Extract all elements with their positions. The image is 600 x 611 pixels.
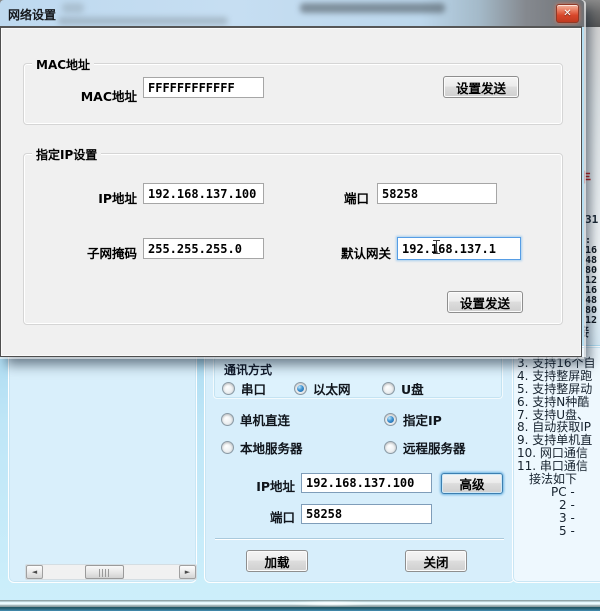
advanced-button[interactable]: 高级 (441, 473, 503, 494)
radio-serial[interactable]: 串口 (222, 380, 266, 396)
dialog-close-button[interactable]: ✕ (556, 4, 579, 23)
mac-label: MAC地址 (59, 86, 137, 105)
mac-send-button[interactable]: 设置发送 (443, 76, 519, 98)
port-label: 端口 (301, 188, 369, 207)
radio-local-server-circle[interactable] (221, 441, 234, 454)
radio-remote-server-label: 远程服务器 (403, 438, 466, 457)
main-port-label: 端口 (221, 507, 295, 526)
comm-mode-legend: 通讯方式 (224, 361, 272, 378)
main-ip-input[interactable] (301, 473, 432, 493)
dialog-title: 网络设置 (8, 6, 56, 23)
window-bottom-edge (0, 607, 600, 611)
mac-group-legend: MAC地址 (32, 56, 94, 73)
list-item: 6. 支持N种酷 (517, 396, 600, 409)
communication-panel: 通讯方式 串口 以太网 U盘 单机直连 指定IP 本地服务器 (204, 346, 515, 583)
radio-usb-label: U盘 (401, 379, 424, 398)
info-panel: 3. 支持16个自 4. 支持整屏跑 5. 支持整屏动 6. 支持N种酷 7. … (512, 346, 600, 583)
radio-direct-connect-label: 单机直连 (240, 410, 290, 429)
port-input[interactable] (377, 183, 497, 204)
list-item: PC - (517, 486, 600, 499)
clipped-text-fragment: 31 (585, 213, 598, 226)
close-icon: ✕ (563, 8, 571, 19)
screen: 丰 31 : 16 48 80 12 16 48 80 12 接 ◄ ► (0, 0, 600, 611)
dialog-body: MAC地址 MAC地址 设置发送 指定IP设置 IP地址 端口 子网掩码 默认网… (0, 26, 582, 357)
mac-input[interactable] (143, 77, 264, 98)
radio-ethernet-circle[interactable] (294, 382, 307, 395)
scrollbar-grip-icon (99, 569, 111, 577)
gateway-input[interactable] (397, 237, 521, 260)
advanced-button-label: 高级 (459, 474, 484, 493)
glass-blur-smudge (300, 3, 445, 13)
subnet-mask-label: 子网掩码 (59, 243, 137, 262)
list-item: 5 - (517, 525, 600, 538)
list-item: 3. 支持16个自 (517, 357, 600, 370)
ip-group-legend: 指定IP设置 (32, 146, 101, 163)
radio-usb[interactable]: U盘 (382, 380, 424, 396)
network-settings-dialog: 网络设置 ✕ MAC地址 MAC地址 设置发送 指定IP设置 IP地址 端口 子… (0, 0, 584, 357)
ip-input[interactable] (143, 183, 264, 204)
radio-serial-label: 串口 (241, 379, 266, 398)
glass-blur-smudge (62, 3, 84, 13)
main-port-input[interactable] (301, 504, 432, 524)
main-close-button[interactable]: 关闭 (405, 550, 467, 572)
background-clipped-text-strip: 丰 31 : 16 48 80 12 16 48 80 12 接 (584, 27, 600, 345)
gateway-label: 默认网关 (301, 243, 391, 262)
radio-direct-connect[interactable]: 单机直连 (221, 411, 290, 427)
scrollbar-thumb[interactable] (85, 565, 124, 579)
radio-specified-ip-label: 指定IP (403, 410, 442, 429)
clipped-red-text-fragment: 丰 (584, 167, 591, 186)
ip-label: IP地址 (59, 188, 137, 207)
main-ip-label: IP地址 (221, 476, 295, 495)
mac-send-button-label: 设置发送 (456, 78, 506, 97)
scrollbar-left-arrow[interactable]: ◄ (26, 565, 43, 579)
gateway-field-wrap (397, 237, 521, 260)
list-item: 4. 支持整屏跑 (517, 370, 600, 383)
subnet-mask-input[interactable] (143, 238, 264, 259)
scrollbar-right-arrow[interactable]: ► (179, 565, 196, 579)
list-item: 5. 支持整屏动 (517, 383, 600, 396)
clipped-number-column: : 16 48 80 12 16 48 80 12 (585, 236, 597, 326)
load-button-label: 加载 (264, 552, 289, 571)
radio-remote-server-circle[interactable] (384, 441, 397, 454)
clipped-text-fragment: 接 (584, 323, 589, 340)
glass-blur-smudge (58, 17, 228, 25)
radio-direct-connect-circle[interactable] (221, 413, 234, 426)
text-cursor-icon (433, 240, 440, 254)
main-close-button-label: 关闭 (423, 552, 448, 571)
ip-send-button[interactable]: 设置发送 (447, 291, 523, 313)
feature-list: 3. 支持16个自 4. 支持整屏跑 5. 支持整屏动 6. 支持N种酷 7. … (517, 357, 600, 537)
radio-usb-circle[interactable] (382, 382, 395, 395)
radio-local-server[interactable]: 本地服务器 (221, 439, 303, 455)
list-item: 接法如下 (517, 473, 600, 486)
radio-local-server-label: 本地服务器 (240, 438, 303, 457)
radio-serial-circle[interactable] (222, 382, 235, 395)
radio-ethernet-label: 以太网 (313, 379, 351, 398)
list-item: 3 - (517, 512, 600, 525)
ip-send-button-label: 设置发送 (460, 293, 510, 312)
radio-remote-server[interactable]: 远程服务器 (384, 439, 466, 455)
scroll-left-icon: ◄ (32, 568, 37, 576)
radio-ethernet[interactable]: 以太网 (294, 380, 351, 396)
left-panel: ◄ ► (8, 351, 197, 583)
horizontal-scrollbar[interactable]: ◄ ► (25, 564, 197, 580)
list-item: 2 - (517, 499, 600, 512)
comm-mode-groupbox: 通讯方式 串口 以太网 U盘 (213, 355, 503, 399)
radio-specified-ip[interactable]: 指定IP (384, 411, 442, 427)
radio-specified-ip-circle[interactable] (384, 413, 397, 426)
separator (215, 538, 504, 540)
window-bottom-groove (0, 600, 600, 607)
dialog-titlebar[interactable]: 网络设置 (0, 0, 584, 27)
load-button[interactable]: 加载 (246, 550, 308, 572)
scroll-right-icon: ► (185, 568, 190, 576)
